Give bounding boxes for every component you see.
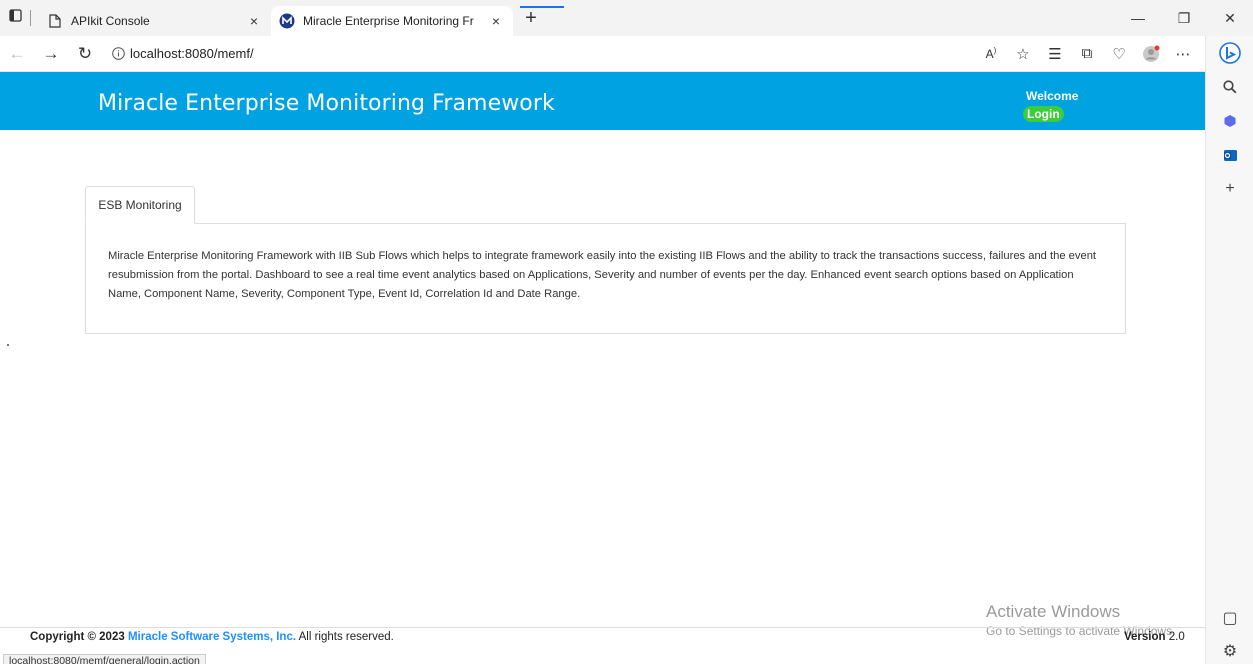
- edge-sidebar: + ▢ ⚙: [1205, 36, 1253, 664]
- more-menu-icon[interactable]: ⋯: [1167, 39, 1199, 69]
- favorites-list-icon[interactable]: ☰: [1039, 39, 1071, 69]
- window-close-button[interactable]: ✕: [1207, 0, 1253, 36]
- browser-tab-strip: APIkit Console × Miracle Enterprise Moni…: [0, 0, 1253, 36]
- tab-title: Miracle Enterprise Monitoring Fr: [303, 14, 474, 28]
- tab-apikit-console[interactable]: APIkit Console ×: [39, 6, 271, 36]
- footer-divider: [0, 627, 1205, 628]
- arrow-left-icon: ←: [8, 43, 26, 63]
- refresh-button[interactable]: ↻: [68, 39, 102, 69]
- forward-button[interactable]: →: [34, 39, 68, 69]
- loading-indicator: [520, 6, 564, 8]
- sidebar-layout-icon[interactable]: ▢: [1206, 601, 1253, 635]
- version-value: 2.0: [1168, 631, 1185, 643]
- search-icon[interactable]: [1206, 70, 1253, 104]
- company-link[interactable]: Miracle Software Systems, Inc.: [128, 631, 296, 643]
- back-button[interactable]: ←: [0, 39, 34, 69]
- toolbar-icons: A) ☆ ☰ ⧉ ♡ ⋯: [975, 39, 1205, 69]
- welcome-text: Welcome: [1026, 89, 1079, 103]
- copyright-text: Copyright © 2023 Miracle Software System…: [30, 631, 394, 643]
- status-bar-url: localhost:8080/memf/general/login.action: [3, 654, 206, 664]
- outlook-icon[interactable]: [1206, 138, 1253, 172]
- extensions-icon[interactable]: ♡: [1103, 39, 1135, 69]
- add-sidebar-app-icon[interactable]: +: [1206, 172, 1253, 206]
- tab-separator: [30, 10, 31, 26]
- sidebar-settings-gear-icon[interactable]: ⚙: [1206, 634, 1253, 664]
- version-label: Version: [1124, 631, 1166, 643]
- page-icon: [47, 13, 63, 29]
- memf-favicon-icon: [279, 13, 295, 29]
- tab-close-button[interactable]: ×: [245, 13, 263, 29]
- tab-memf[interactable]: Miracle Enterprise Monitoring Fr ×: [271, 6, 513, 36]
- tab-actions-icon: [8, 9, 22, 27]
- window-controls: — ❐ ✕: [1115, 0, 1253, 36]
- new-tab-button[interactable]: +: [517, 4, 545, 32]
- page-header: Miracle Enterprise Monitoring Framework …: [0, 72, 1205, 130]
- tab-close-button[interactable]: ×: [487, 13, 505, 29]
- page-title: Miracle Enterprise Monitoring Framework: [98, 91, 555, 116]
- site-info-icon[interactable]: [106, 47, 130, 60]
- login-link[interactable]: Login: [1023, 106, 1064, 122]
- tab-esb-monitoring[interactable]: ESB Monitoring: [85, 186, 195, 224]
- read-aloud-icon[interactable]: A): [975, 39, 1007, 69]
- refresh-icon: ↻: [77, 43, 93, 63]
- content-panel: Miracle Enterprise Monitoring Framework …: [85, 223, 1126, 334]
- collections-icon[interactable]: ⧉: [1071, 39, 1103, 69]
- copyright-prefix: Copyright © 2023: [30, 631, 125, 643]
- tab-actions-button[interactable]: [0, 0, 30, 36]
- shopping-icon[interactable]: [1206, 104, 1253, 138]
- url-text: localhost:8080/memf/: [130, 46, 254, 61]
- browser-toolbar: ← → ↻ localhost:8080/memf/ A) ☆ ☰ ⧉ ♡ ⋯: [0, 36, 1205, 72]
- copilot-icon[interactable]: [1206, 36, 1253, 70]
- description-text: Miracle Enterprise Monitoring Framework …: [108, 250, 1097, 300]
- restore-button[interactable]: ❐: [1161, 0, 1207, 36]
- watermark-title: Activate Windows: [986, 602, 1121, 621]
- address-bar[interactable]: localhost:8080/memf/: [102, 40, 975, 68]
- favorite-star-icon[interactable]: ☆: [1007, 39, 1039, 69]
- tab-title: APIkit Console: [71, 14, 150, 28]
- minimize-button[interactable]: —: [1115, 0, 1161, 36]
- version-text: Version 2.0: [1124, 631, 1185, 643]
- arrow-right-icon: →: [42, 43, 60, 63]
- profile-avatar[interactable]: [1135, 39, 1167, 69]
- stray-dot: [7, 344, 9, 346]
- rights-text: All rights reserved.: [298, 631, 394, 643]
